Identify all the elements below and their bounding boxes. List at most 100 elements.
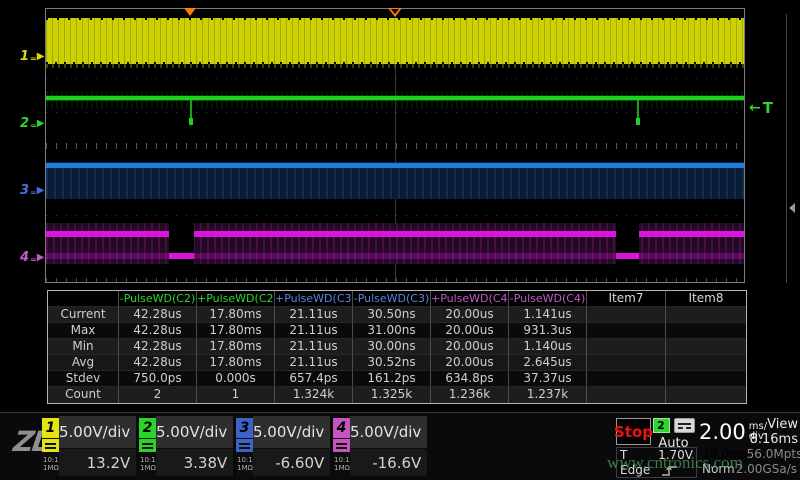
ch2-badge: 2 <box>139 418 156 438</box>
ch4-badge: 4 <box>333 418 350 438</box>
measurement-value: 1 <box>197 387 275 403</box>
measurement-value: 1.325k <box>353 387 431 403</box>
probe-ratio: 10:11MΩ <box>139 456 156 472</box>
probe-ratio: 10:11MΩ <box>42 456 59 472</box>
trigger-holdoff: 28.0ms <box>702 447 747 462</box>
ground-icon: = <box>30 188 36 197</box>
ch1-settings-block[interactable]: 1 10:11MΩ 5.00V/div 13.2V <box>42 416 136 477</box>
ground-icon: = <box>30 121 36 130</box>
measurement-value: 1.237k <box>509 387 587 403</box>
column-header: -PulseWD(C2) <box>119 291 197 307</box>
measurement-value: 161.2ps <box>353 371 431 387</box>
measurement-value: 17.80ms <box>197 323 275 339</box>
right-arrow-icon: ▶ <box>37 185 45 196</box>
ch1-waveform <box>46 18 744 64</box>
row-label: Current <box>48 307 119 323</box>
ch2-pulse-low <box>189 118 193 125</box>
column-header: -PulseWD(C4) <box>509 291 587 307</box>
measurement-table: -PulseWD(C2) +PulseWD(C2) +PulseWD(C3) -… <box>47 290 747 404</box>
delayed-trigger-marker-icon[interactable] <box>388 8 402 17</box>
measurement-value: 2.645us <box>509 355 587 371</box>
ch4-low-level-ghost <box>46 253 744 259</box>
row-label: Min <box>48 339 119 355</box>
view-span-indicator[interactable]: View 8.16ms <box>748 417 798 447</box>
ch4-offset-value: -16.6V <box>350 449 427 476</box>
trigger-settings-box[interactable]: T 1.70V Edge <box>616 447 697 478</box>
ch2-waveform <box>46 96 744 100</box>
ch1-position-marker[interactable]: 1 = ▶ <box>20 49 44 63</box>
probe-ratio: 10:11MΩ <box>333 456 350 472</box>
table-row: Min 42.28us 17.80ms 21.11us 30.00ns 20.0… <box>48 339 746 355</box>
ch2-position-marker[interactable]: 2 = ▶ <box>20 116 44 130</box>
measurement-value: 21.11us <box>275 339 353 355</box>
measurement-value <box>587 307 666 323</box>
ground-icon: = <box>30 54 36 63</box>
measurement-value: 634.8ps <box>431 371 509 387</box>
ch2-settings-block[interactable]: 2 10:11MΩ 5.00V/div 3.38V <box>139 416 233 477</box>
row-label: Max <box>48 323 119 339</box>
memory-depth: 56.0Mpts <box>747 447 800 462</box>
dc-coupling-icon <box>139 439 156 452</box>
measurement-value: 1.140us <box>509 339 587 355</box>
ch4-pulse-notch <box>616 259 639 264</box>
acquisition-info-box: 28.0ms 56.0Mpts Norm 2.00GSa/s <box>700 447 799 478</box>
ch4-pulse-notch <box>169 259 194 264</box>
measurement-value <box>666 355 746 371</box>
ch3-offset-value: -6.60V <box>253 449 330 476</box>
measurement-value <box>666 307 746 323</box>
run-stop-button[interactable]: Stop <box>616 418 651 445</box>
side-panel-divider <box>786 14 787 283</box>
measurement-value <box>587 323 666 339</box>
ch2-pulse-spike <box>637 100 639 120</box>
ch4-settings-block[interactable]: 4 10:11MΩ 5.00V/div -16.6V <box>333 416 427 477</box>
measurement-value: 21.11us <box>275 307 353 323</box>
ch1-volts-per-div: 5.00V/div <box>59 416 136 449</box>
trigger-level-marker[interactable]: ← T <box>749 99 773 117</box>
timebase-value: 2.00 <box>699 420 746 444</box>
measurement-value: 1.324k <box>275 387 353 403</box>
right-arrow-icon: ▶ <box>37 51 45 62</box>
ground-icon: = <box>30 255 36 264</box>
ch3-position-marker[interactable]: 3 = ▶ <box>20 183 44 197</box>
probe-ratio: 10:11MΩ <box>236 456 253 472</box>
table-row: Stdev 750.0ps 0.000s 657.4ps 161.2ps 634… <box>48 371 746 387</box>
ch3-settings-block[interactable]: 3 10:11MΩ 5.00V/div -6.60V <box>236 416 330 477</box>
grid-bottom-edge-ticks <box>46 278 744 282</box>
measurement-value: 30.52ns <box>353 355 431 371</box>
table-header-row: -PulseWD(C2) +PulseWD(C2) +PulseWD(C3) -… <box>48 291 746 307</box>
measurement-value <box>666 339 746 355</box>
row-label: Avg <box>48 355 119 371</box>
panel-collapse-handle-icon[interactable] <box>789 203 795 213</box>
ch2-waveform-noise <box>46 91 744 109</box>
measurement-value: 20.00us <box>431 339 509 355</box>
ch4-pulse-notch <box>169 223 194 253</box>
measurement-value: 931.3us <box>509 323 587 339</box>
ch2-offset-value: 3.38V <box>156 449 233 476</box>
column-header: Item7 <box>587 291 666 307</box>
measurement-value <box>587 387 666 403</box>
ch4-waveform <box>639 231 745 237</box>
ch2-volts-per-div: 5.00V/div <box>156 416 233 449</box>
column-header: Item8 <box>666 291 746 307</box>
column-header: +PulseWD(C4) <box>431 291 509 307</box>
measurement-value: 1.141us <box>509 307 587 323</box>
ch4-volts-per-div: 5.00V/div <box>350 416 427 449</box>
ch4-waveform <box>46 231 169 237</box>
measurement-value <box>666 387 746 403</box>
dc-coupling-icon <box>42 439 59 452</box>
trigger-level-value: 1.70V <box>658 448 693 463</box>
waveform-display <box>45 8 745 283</box>
status-bar: ZLG® 1 10:11MΩ 5.00V/div 13.2V 2 10:11MΩ… <box>0 412 800 480</box>
right-arrow-icon: ▶ <box>37 252 45 263</box>
ch3-badge: 3 <box>236 418 253 438</box>
ch4-position-marker[interactable]: 4 = ▶ <box>20 250 44 264</box>
dc-coupling-icon <box>236 439 253 452</box>
left-arrow-icon: ← <box>749 100 761 116</box>
table-row: Avg 42.28us 17.80ms 21.11us 30.52ns 20.0… <box>48 355 746 371</box>
ch4-waveform-low <box>169 253 194 259</box>
measurement-value: 750.0ps <box>119 371 197 387</box>
column-header: -PulseWD(C3) <box>353 291 431 307</box>
trigger-type: Edge <box>620 463 650 478</box>
trigger-position-marker-icon[interactable] <box>184 8 196 16</box>
column-header: +PulseWD(C2) <box>197 291 275 307</box>
